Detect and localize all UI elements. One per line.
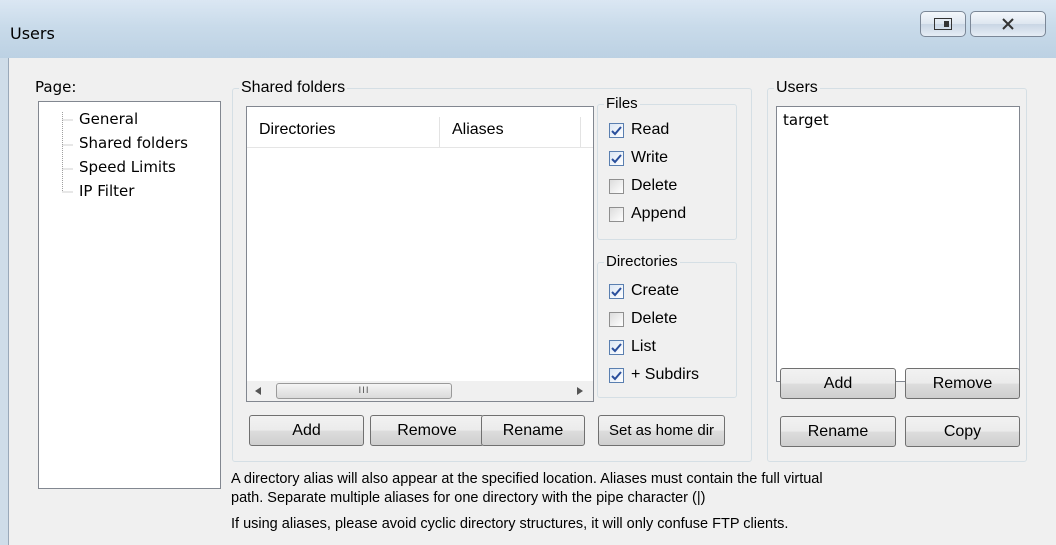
- files-append-checkbox[interactable]: [609, 207, 624, 222]
- files-option-label[interactable]: Delete: [631, 177, 677, 195]
- column-header-directories[interactable]: Directories: [259, 121, 335, 139]
- directories-option-label[interactable]: Create: [631, 282, 679, 300]
- alias-note-line-1: A directory alias will also appear at th…: [231, 471, 823, 487]
- page-tree[interactable]: General Shared folders Speed Limits IP F…: [38, 101, 221, 489]
- directories-create-checkbox[interactable]: [609, 284, 624, 299]
- tree-item-shared-folders[interactable]: Shared folders: [79, 134, 188, 152]
- scroll-thumb[interactable]: III: [276, 383, 452, 399]
- alias-note-line-2: path. Separate multiple aliases for one …: [231, 490, 706, 506]
- close-x-icon: [1002, 18, 1014, 30]
- directories-option-label[interactable]: + Subdirs: [631, 366, 699, 384]
- tree-item-speed-limits[interactable]: Speed Limits: [79, 158, 176, 176]
- column-separator[interactable]: [580, 117, 581, 147]
- add-folder-button[interactable]: Add: [249, 415, 364, 446]
- checkmark-icon: [611, 153, 622, 163]
- files-option-label[interactable]: Append: [631, 205, 686, 223]
- files-write-checkbox[interactable]: [609, 151, 624, 166]
- users-list[interactable]: target: [776, 106, 1020, 382]
- tree-item-general[interactable]: General: [79, 110, 138, 128]
- scroll-right-arrow[interactable]: [571, 381, 589, 401]
- directories-delete-checkbox[interactable]: [609, 312, 624, 327]
- set-home-dir-button[interactable]: Set as home dir: [598, 415, 725, 446]
- shared-folders-title: Shared folders: [239, 79, 348, 97]
- page-label: Page:: [35, 78, 77, 96]
- copy-user-button[interactable]: Copy: [905, 416, 1020, 447]
- checkmark-icon: [611, 342, 622, 352]
- checkmark-icon: [611, 125, 622, 135]
- rename-user-button[interactable]: Rename: [780, 416, 896, 447]
- directories-list[interactable]: Directories Aliases III: [246, 106, 594, 402]
- directories-option-label[interactable]: Delete: [631, 310, 677, 328]
- scroll-left-arrow[interactable]: [249, 381, 267, 401]
- remove-folder-button[interactable]: Remove: [370, 415, 484, 446]
- list-header: Directories Aliases: [247, 107, 593, 148]
- directories-option-label[interactable]: List: [631, 338, 656, 356]
- title-bar: Users: [0, 0, 1056, 58]
- triangle-right-icon: [577, 387, 583, 395]
- rename-folder-button[interactable]: Rename: [481, 415, 585, 446]
- checkmark-icon: [611, 370, 622, 380]
- column-header-aliases[interactable]: Aliases: [452, 121, 504, 139]
- checkmark-icon: [611, 286, 622, 296]
- dialog-client-area: Page: General Shared folders Speed Limit…: [8, 58, 1056, 545]
- tree-lines: [62, 112, 73, 193]
- triangle-left-icon: [255, 387, 261, 395]
- restore-window-icon: [934, 18, 952, 30]
- restore-button[interactable]: [920, 11, 966, 37]
- remove-user-button[interactable]: Remove: [905, 368, 1020, 399]
- close-button[interactable]: [970, 11, 1046, 37]
- horizontal-scrollbar[interactable]: III: [247, 381, 593, 401]
- directories-subdirs-checkbox[interactable]: [609, 368, 624, 383]
- files-option-label[interactable]: Write: [631, 149, 668, 167]
- users-title: Users: [774, 79, 820, 97]
- files-option-label[interactable]: Read: [631, 121, 669, 139]
- files-delete-checkbox[interactable]: [609, 179, 624, 194]
- tree-item-ip-filter[interactable]: IP Filter: [79, 182, 134, 200]
- window-title: Users: [10, 24, 55, 43]
- directories-title: Directories: [604, 253, 680, 270]
- column-separator[interactable]: [439, 117, 440, 147]
- user-list-item[interactable]: target: [783, 111, 829, 129]
- alias-note-line-3: If using aliases, please avoid cyclic di…: [231, 516, 789, 532]
- scroll-grip: III: [358, 386, 370, 396]
- files-title: Files: [604, 95, 640, 112]
- add-user-button[interactable]: Add: [780, 368, 896, 399]
- files-read-checkbox[interactable]: [609, 123, 624, 138]
- directories-list-checkbox[interactable]: [609, 340, 624, 355]
